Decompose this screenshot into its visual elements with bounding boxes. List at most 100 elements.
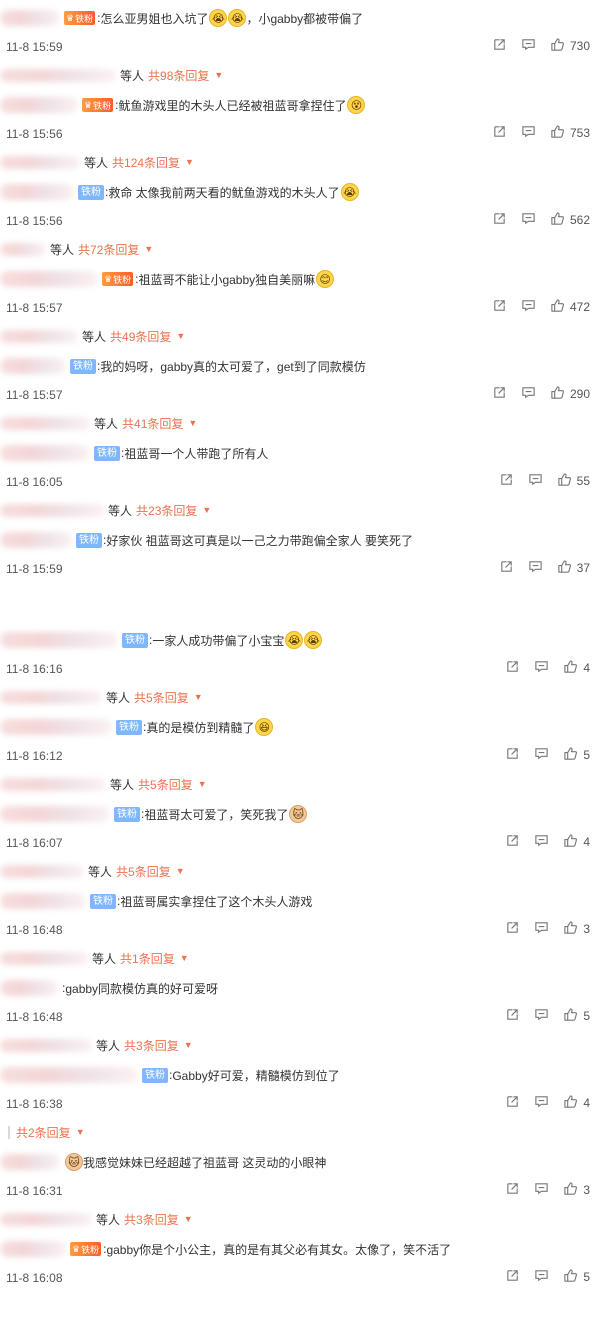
reply-count-link[interactable]: 共124条回复 [112,154,180,171]
share-button[interactable] [492,124,507,142]
action-bar: 4 [491,1094,590,1112]
share-button[interactable] [505,746,520,764]
reply-count-link[interactable]: 共3条回复 [124,1037,179,1054]
share-button[interactable] [492,385,507,403]
like-button[interactable]: 55 [557,472,590,490]
reply-count-link[interactable]: 共2条回复 [16,1124,71,1141]
reply-summary[interactable]: 等人 共41条回复 ▼ [0,413,197,433]
reply-summary[interactable]: 等人 共3条回复 ▼ [0,1035,193,1055]
like-button[interactable]: 3 [563,1181,590,1199]
reply-summary[interactable]: 等人 共23条回复 ▼ [0,500,211,520]
like-button[interactable]: 290 [550,385,590,403]
reply-prefix: 等人 [96,1212,121,1227]
like-button[interactable]: 3 [563,920,590,938]
reply-count-link[interactable]: 共23条回复 [136,502,197,519]
reply-count-link[interactable]: 共3条回复 [124,1211,179,1228]
username-blurred[interactable] [0,445,90,461]
username-blurred[interactable] [0,184,74,200]
username-blurred[interactable] [0,632,118,648]
reply-prefix: 等人 [92,951,117,966]
comment-button[interactable] [534,1181,549,1199]
like-button[interactable]: 472 [550,298,590,316]
like-button[interactable]: 730 [550,37,590,55]
username-blurred[interactable] [0,980,58,996]
reply-summary[interactable]: 等人 共5条回复 ▼ [0,774,207,794]
reply-count-link[interactable]: 共49条回复 [110,328,171,345]
share-button[interactable] [505,659,520,677]
like-button[interactable]: 4 [563,833,590,851]
share-icon [492,124,507,142]
username-blurred[interactable] [0,1067,138,1083]
like-button[interactable]: 753 [550,124,590,142]
comment-button[interactable] [534,920,549,938]
share-button[interactable] [499,559,514,577]
reply-summary[interactable]: 共2条回复 ▼ [8,1122,85,1142]
reply-count-link[interactable]: 共98条回复 [148,67,209,84]
share-button[interactable] [505,1007,520,1025]
reply-count-link[interactable]: 共5条回复 [134,689,189,706]
share-button[interactable] [492,298,507,316]
like-button[interactable]: 37 [557,559,590,577]
share-icon [505,1007,520,1025]
like-button[interactable]: 4 [563,1094,590,1112]
username-blurred[interactable] [0,893,86,909]
username-blurred[interactable] [0,719,112,735]
like-button[interactable]: 5 [563,1268,590,1286]
comment-line: 铁粉: 好家伙 祖蓝哥这可真是以一己之力带跑偏全家人 要笑死了 [0,522,590,558]
like-button[interactable]: 562 [550,211,590,229]
username-blurred[interactable] [0,532,72,548]
comment-button[interactable] [521,211,536,229]
comment-button[interactable] [534,1007,549,1025]
comment-button[interactable] [534,659,549,677]
comment-button[interactable] [521,385,536,403]
like-count: 5 [583,1009,590,1023]
reply-summary[interactable]: 等人 共49条回复 ▼ [0,326,185,346]
reply-count-link[interactable]: 共5条回复 [116,863,171,880]
comment-button[interactable] [528,559,543,577]
like-button[interactable]: 5 [563,746,590,764]
like-button[interactable]: 4 [563,659,590,677]
share-button[interactable] [492,37,507,55]
comment-button[interactable] [528,472,543,490]
reply-count-link[interactable]: 共1条回复 [120,950,175,967]
crown-icon: ♛ [84,99,93,110]
share-button[interactable] [505,1094,520,1112]
share-button[interactable] [492,211,507,229]
comment-button[interactable] [521,37,536,55]
share-button[interactable] [505,833,520,851]
reply-summary[interactable]: 等人 共124条回复 ▼ [0,152,194,172]
comment-button[interactable] [521,124,536,142]
share-button[interactable] [505,1181,520,1199]
reply-summary[interactable]: 等人 共3条回复 ▼ [0,1209,193,1229]
comment-button[interactable] [534,746,549,764]
username-blurred[interactable] [0,97,78,113]
comment-button[interactable] [521,298,536,316]
username-blurred[interactable] [0,1241,66,1257]
reply-summary[interactable]: 等人 共72条回复 ▼ [0,239,153,259]
share-button[interactable] [505,920,520,938]
like-count: 37 [576,561,590,575]
reply-count-link[interactable]: 共5条回复 [138,776,193,793]
reply-summary[interactable]: 等人 共98条回复 ▼ [0,65,223,85]
comment-button[interactable] [534,833,549,851]
username-blurred[interactable] [0,271,98,287]
username-blurred[interactable] [0,358,66,374]
comment-text: 救命 太像我前两天看的鱿鱼游戏的木头人了 [108,185,340,200]
comment-button[interactable] [534,1268,549,1286]
emoji-icon: 😆 [255,718,274,736]
reply-summary[interactable]: 等人 共5条回复 ▼ [0,861,185,881]
like-button[interactable]: 5 [563,1007,590,1025]
emoji-icon: 😭 [340,183,359,201]
like-icon [557,559,572,577]
share-button[interactable] [505,1268,520,1286]
username-blurred[interactable] [0,806,110,822]
reply-count-link[interactable]: 共72条回复 [78,241,139,258]
comment-text: 祖蓝哥不能让小gabby独自美丽嘛 [138,272,316,287]
reply-count-link[interactable]: 共41条回复 [122,415,183,432]
reply-summary[interactable]: 等人 共1条回复 ▼ [0,948,189,968]
comment-button[interactable] [534,1094,549,1112]
username-blurred[interactable] [0,1154,60,1170]
username-blurred[interactable] [0,10,60,26]
reply-summary[interactable]: 等人 共5条回复 ▼ [0,687,203,707]
share-button[interactable] [499,472,514,490]
